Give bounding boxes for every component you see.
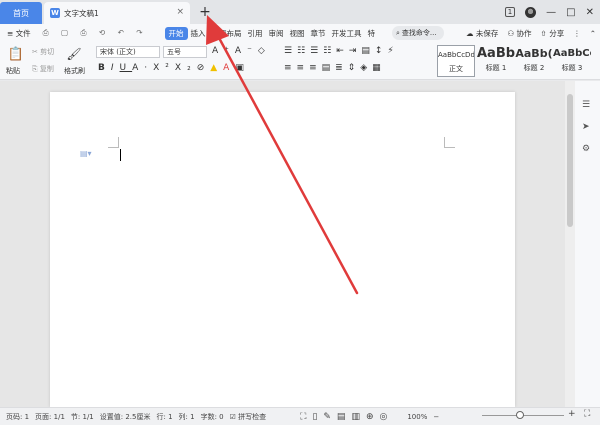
status-pages: 页面: 1/1 — [35, 412, 65, 421]
annotation-arrow-shaft — [216, 34, 359, 295]
status-page: 页码: 1 — [6, 412, 30, 421]
spellcheck-label: 拼写检查 — [238, 412, 267, 421]
status-bar: 页码: 1 页面: 1/1 节: 1/1 设置值: 2.5厘米 行: 1 列: … — [0, 407, 600, 425]
status-setting: 设置值: 2.5厘米 — [99, 412, 151, 421]
status-section: 节: 1/1 — [70, 412, 94, 421]
zoom-slider-knob[interactable] — [516, 411, 524, 419]
fullscreen-icon[interactable]: ⛶ — [584, 409, 590, 419]
zoom-out-button[interactable]: − — [433, 413, 439, 421]
spellcheck-toggle[interactable]: ☑ 拼写检查 — [230, 412, 267, 422]
view-mode-icons[interactable]: ⛶▯✎▤▥⊕◎ — [300, 412, 393, 422]
zoom-value[interactable]: 100% — [407, 413, 427, 421]
status-words[interactable]: 字数: 0 — [201, 412, 224, 422]
annotation-arrow-head — [206, 15, 229, 45]
zoom-in-button[interactable]: + — [568, 409, 576, 419]
annotation-arrow — [206, 15, 359, 295]
status-col: 列: 1 — [178, 412, 195, 421]
status-row: 行: 1 — [156, 412, 173, 421]
